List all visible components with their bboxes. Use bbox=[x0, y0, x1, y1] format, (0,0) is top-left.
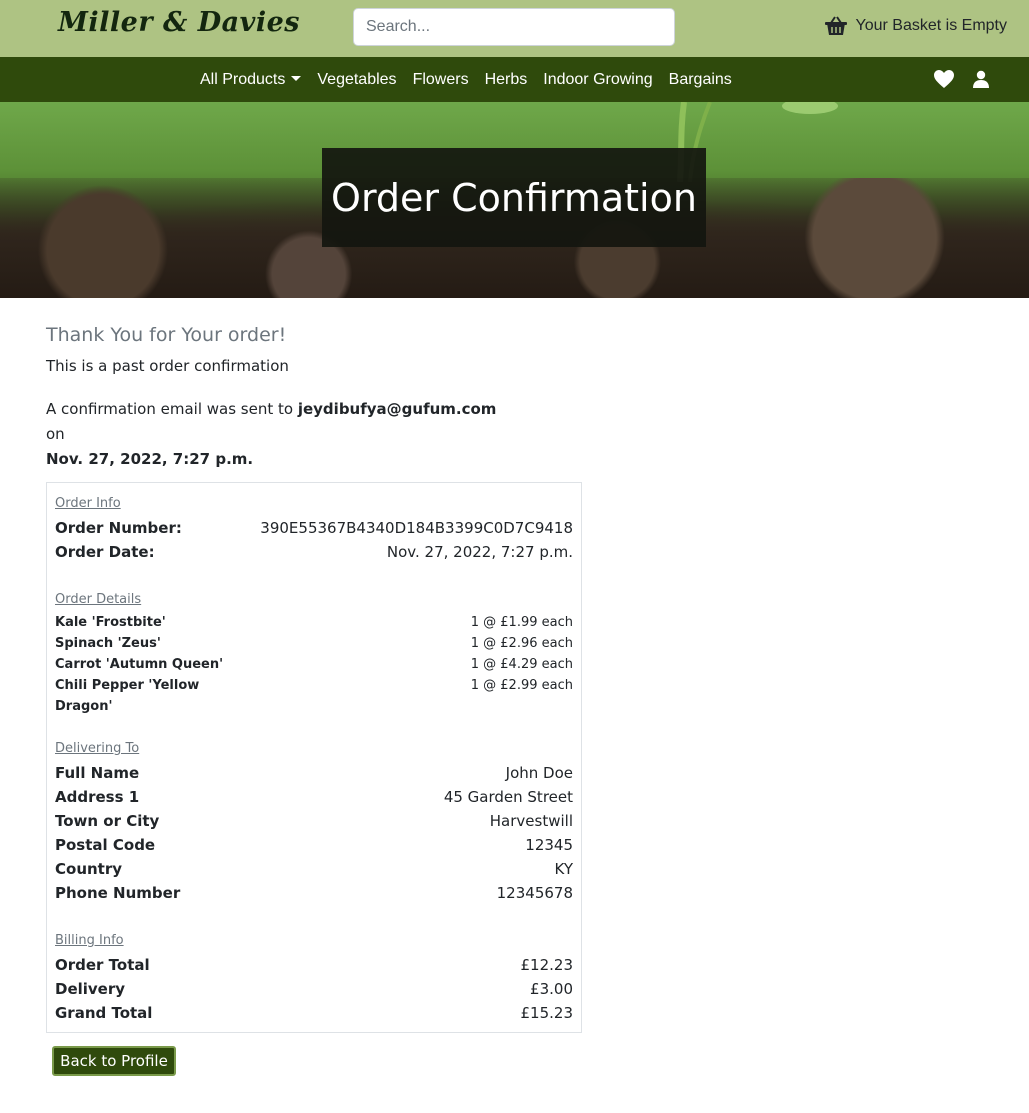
billing-info-title: Billing Info bbox=[55, 933, 124, 948]
chevron-down-icon bbox=[291, 75, 302, 81]
nav-vegetables[interactable]: Vegetables bbox=[317, 71, 396, 89]
field-label: Address 1 bbox=[55, 788, 140, 806]
field-label: Town or City bbox=[55, 812, 160, 830]
list-item: Kale 'Frostbite' 1 @ £1.99 each bbox=[55, 612, 573, 633]
item-name: Carrot 'Autumn Queen' bbox=[55, 657, 224, 672]
item-qty: 1 @ £1.99 each bbox=[470, 615, 573, 630]
field-label: Grand Total bbox=[55, 1004, 153, 1022]
table-row: Full Name John Doe bbox=[55, 764, 573, 782]
basket-status: Your Basket is Empty bbox=[855, 17, 1007, 34]
list-item: Carrot 'Autumn Queen' 1 @ £4.29 each bbox=[55, 654, 573, 675]
field-label: Full Name bbox=[55, 764, 140, 782]
nav-indoor-growing[interactable]: Indoor Growing bbox=[543, 71, 652, 89]
heart-icon[interactable] bbox=[933, 69, 955, 94]
customer-email: jeydibufya@gufum.com bbox=[297, 400, 497, 418]
item-qty: 1 @ £4.29 each bbox=[470, 657, 573, 672]
email-on: on bbox=[46, 425, 65, 443]
field-label: Phone Number bbox=[55, 884, 181, 902]
hero-banner: Order Confirmation bbox=[0, 102, 1029, 298]
table-row: Address 1 45 Garden Street bbox=[55, 788, 573, 806]
field-value: 45 Garden Street bbox=[443, 788, 573, 806]
past-order-note: This is a past order confirmation bbox=[46, 357, 289, 375]
list-item: Spinach 'Zeus' 1 @ £2.96 each bbox=[55, 633, 573, 654]
item-qty: 1 @ £2.96 each bbox=[470, 636, 573, 651]
field-value: Harvestwill bbox=[489, 812, 573, 830]
item-name: Chili Pepper 'Yellow Dragon' bbox=[55, 678, 200, 714]
order-date-label: Order Date: bbox=[55, 543, 155, 561]
field-label: Postal Code bbox=[55, 836, 156, 854]
field-label: Country bbox=[55, 860, 123, 878]
table-row: Delivery £3.00 bbox=[55, 980, 573, 998]
main-nav: All Products Vegetables Flowers Herbs In… bbox=[0, 57, 1029, 102]
basket-link[interactable]: Your Basket is Empty bbox=[824, 15, 1007, 37]
order-info-title: Order Info bbox=[55, 496, 121, 511]
order-summary-card: Order Info Order Number: 390E55367B4340D… bbox=[46, 482, 582, 1033]
table-row: Postal Code 12345 bbox=[55, 836, 573, 854]
thanks-heading: Thank You for Your order! bbox=[46, 324, 287, 346]
delivering-to-title: Delivering To bbox=[55, 741, 140, 756]
order-date-row: Order Date: Nov. 27, 2022, 7:27 p.m. bbox=[55, 543, 573, 561]
field-value: £15.23 bbox=[520, 1004, 574, 1022]
confirmation-email-text: A confirmation email was sent to jeydibu… bbox=[46, 397, 506, 472]
table-row: Grand Total £15.23 bbox=[55, 1004, 573, 1022]
item-name: Spinach 'Zeus' bbox=[55, 636, 161, 651]
user-icon[interactable] bbox=[973, 70, 989, 93]
field-value: £12.23 bbox=[520, 956, 574, 974]
list-item: Chili Pepper 'Yellow Dragon' 1 @ £2.99 e… bbox=[55, 675, 573, 717]
email-prefix: A confirmation email was sent to bbox=[46, 400, 294, 418]
nav-bargains[interactable]: Bargains bbox=[669, 71, 732, 89]
field-value: 12345678 bbox=[496, 884, 573, 902]
basket-icon bbox=[824, 15, 848, 37]
nav-all-products[interactable]: All Products bbox=[200, 71, 302, 89]
field-label: Order Total bbox=[55, 956, 150, 974]
item-qty: 1 @ £2.99 each bbox=[470, 678, 573, 693]
order-number-value: 390E55367B4340D184B3399C0D7C9418 bbox=[260, 519, 573, 537]
table-row: Country KY bbox=[55, 860, 573, 878]
search-input[interactable] bbox=[353, 8, 675, 46]
order-details-title: Order Details bbox=[55, 592, 142, 607]
table-row: Town or City Harvestwill bbox=[55, 812, 573, 830]
field-value: KY bbox=[554, 860, 573, 878]
page-title: Order Confirmation bbox=[322, 148, 706, 247]
nav-herbs[interactable]: Herbs bbox=[485, 71, 528, 89]
field-value: 12345 bbox=[525, 836, 573, 854]
order-number-label: Order Number: bbox=[55, 519, 182, 537]
top-header: Miller & Davies Your Basket is Empty bbox=[0, 0, 1029, 57]
order-number-row: Order Number: 390E55367B4340D184B3399C0D… bbox=[55, 519, 573, 537]
item-name: Kale 'Frostbite' bbox=[55, 615, 166, 630]
order-date-value: Nov. 27, 2022, 7:27 p.m. bbox=[386, 543, 573, 561]
table-row: Phone Number 12345678 bbox=[55, 884, 573, 902]
brand-logo[interactable]: Miller & Davies bbox=[58, 7, 300, 38]
table-row: Order Total £12.23 bbox=[55, 956, 573, 974]
back-to-profile-button[interactable]: Back to Profile bbox=[52, 1046, 176, 1076]
email-date: Nov. 27, 2022, 7:27 p.m. bbox=[46, 450, 254, 468]
field-label: Delivery bbox=[55, 980, 126, 998]
field-value: £3.00 bbox=[530, 980, 573, 998]
nav-flowers[interactable]: Flowers bbox=[413, 71, 469, 89]
field-value: John Doe bbox=[505, 764, 573, 782]
